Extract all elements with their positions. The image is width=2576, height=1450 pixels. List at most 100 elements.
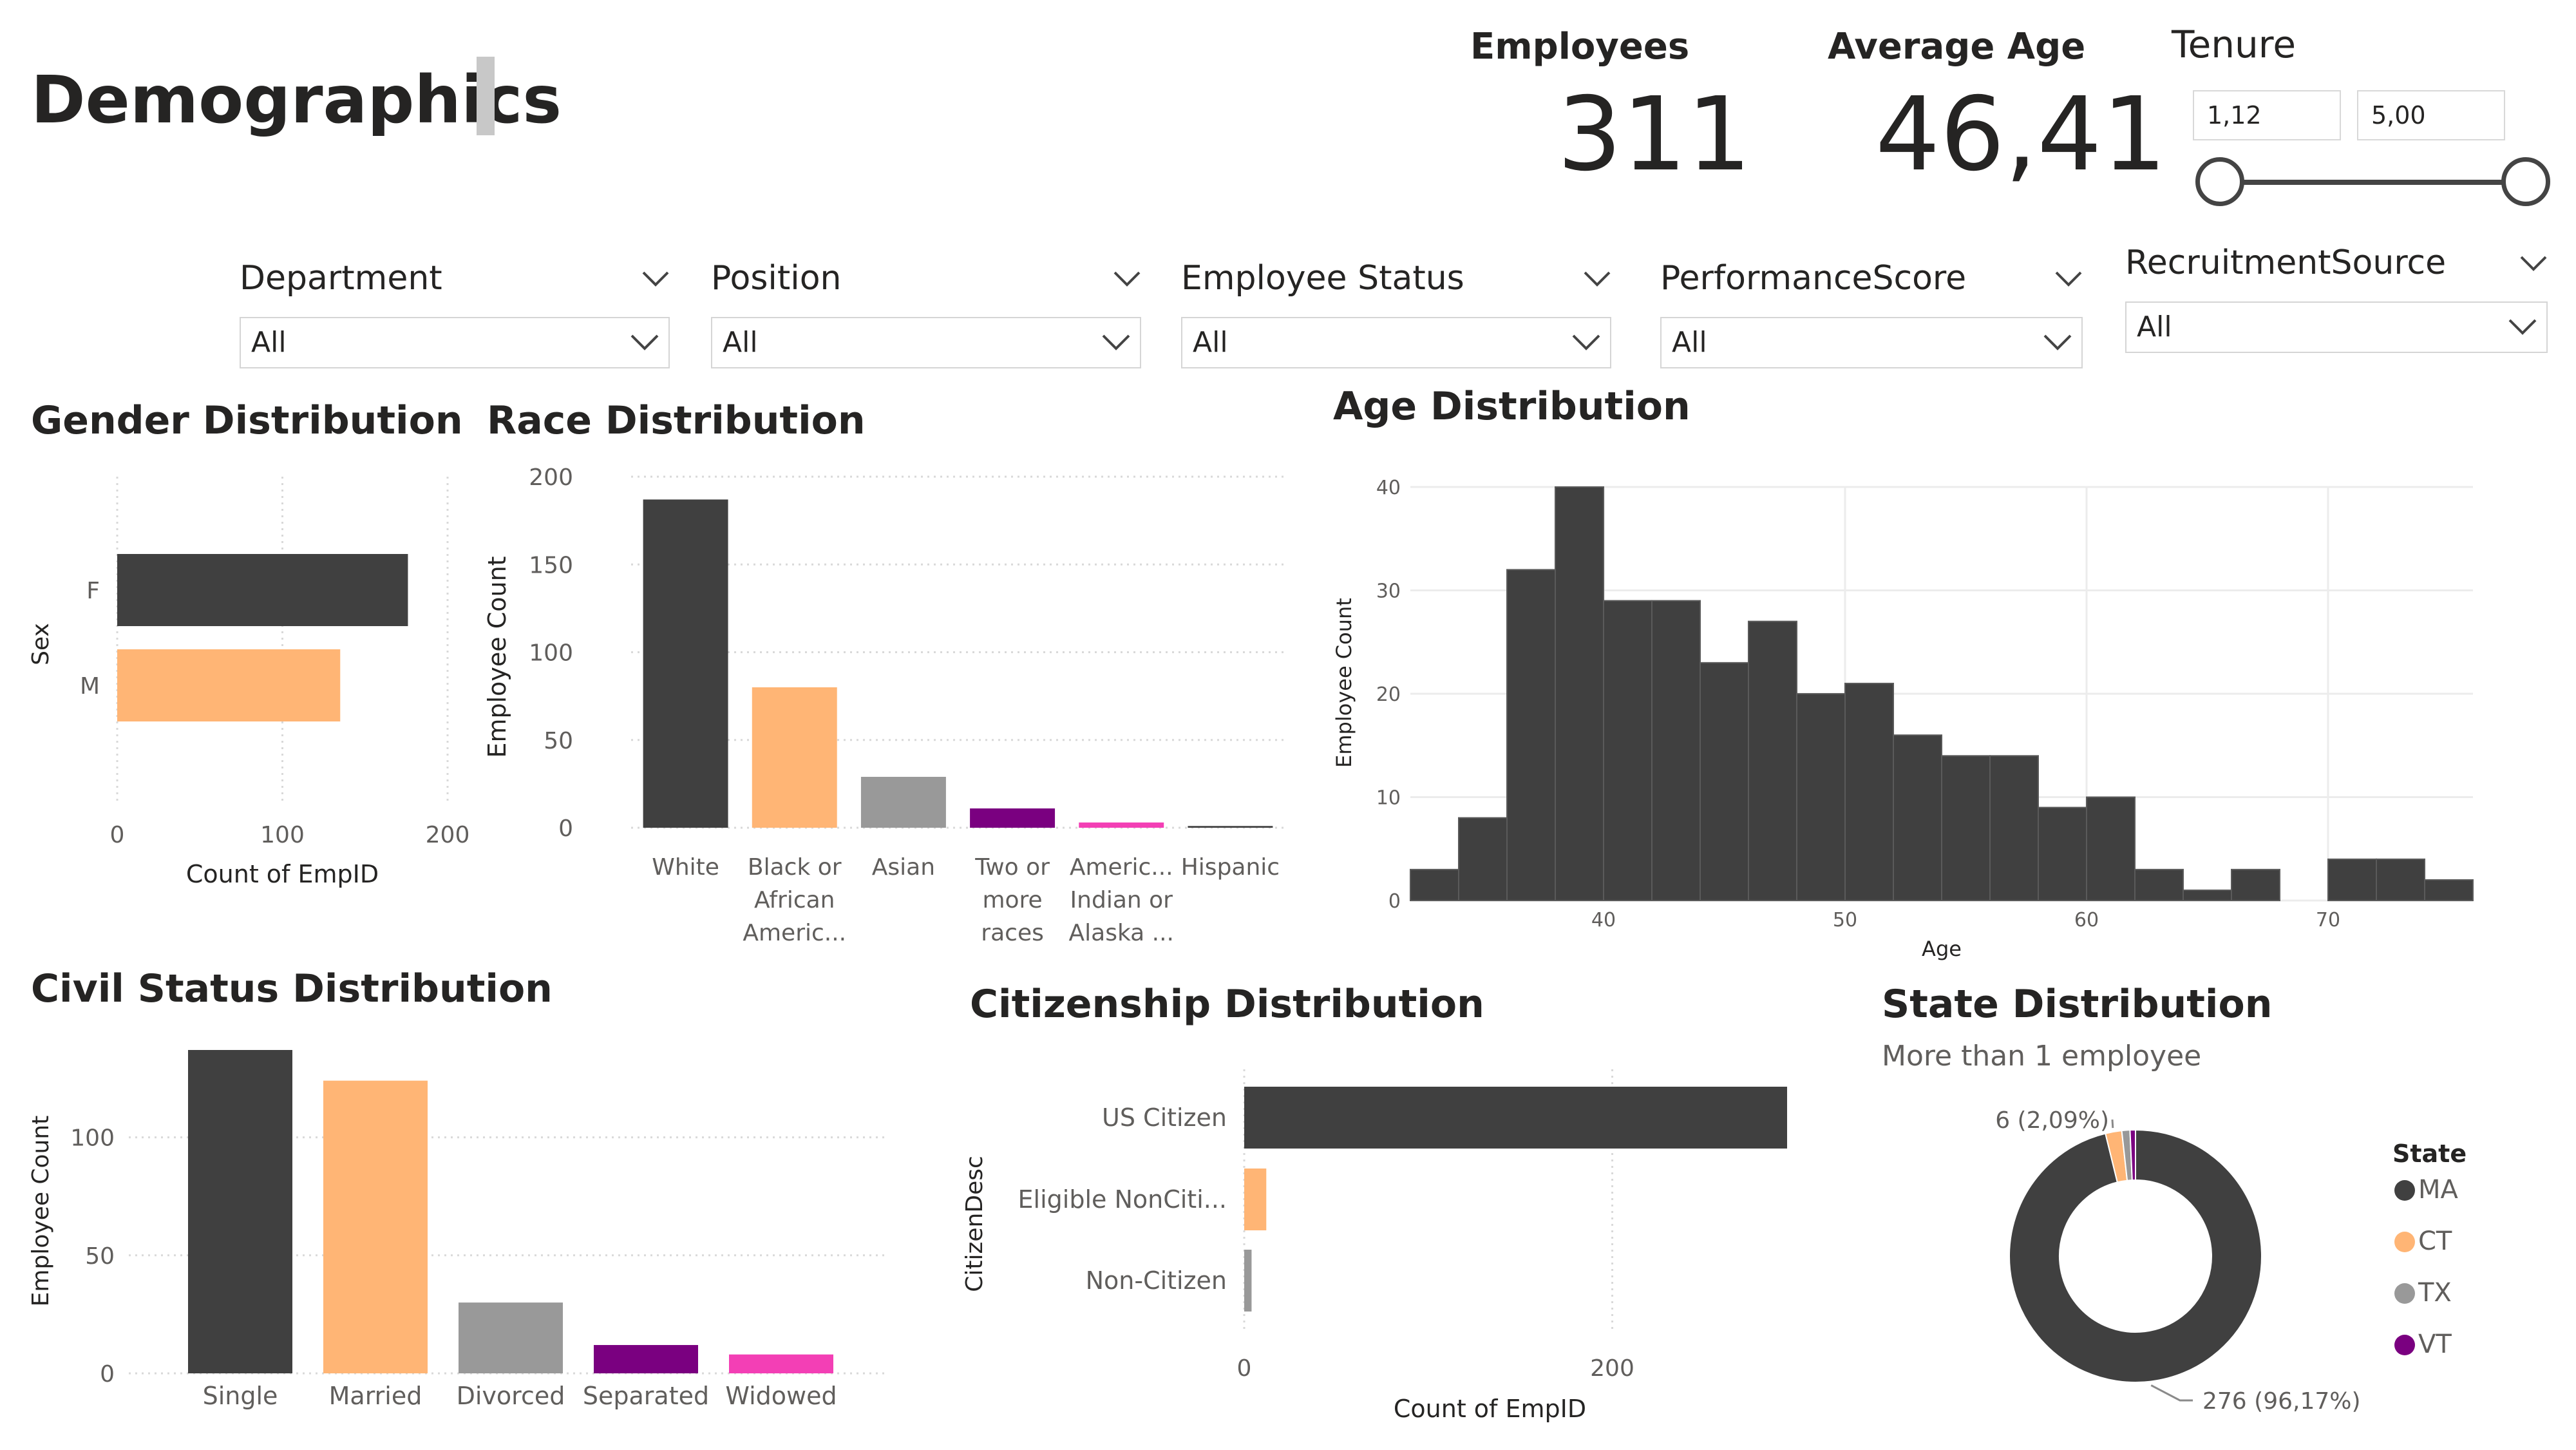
tenure-slider-max-handle[interactable]: [2501, 157, 2550, 206]
filter-department-dropdown[interactable]: All: [240, 317, 670, 368]
y-tick-label: Non-Citizen: [1086, 1266, 1227, 1295]
kpi-employees-label: Employees: [1470, 26, 1690, 68]
tenure-slider-track[interactable]: [2220, 180, 2526, 185]
x-tick-label: 100: [260, 822, 305, 848]
race-chart: 0 50 100 150 200 White Black or African Americ..…: [483, 464, 1285, 946]
chevron-down-icon[interactable]: [1113, 271, 1141, 287]
x-tick-label: Divorced: [457, 1382, 565, 1410]
bar: [188, 1050, 292, 1373]
state-chart-title: State Distribution: [1882, 982, 2273, 1027]
x-axis-title: Count of EmpID: [1394, 1395, 1586, 1423]
histogram-bar: [1410, 868, 1459, 901]
histogram-bar: [1651, 600, 1701, 902]
histogram-bar: [1555, 486, 1604, 901]
bar: [323, 1080, 428, 1373]
x-tick-label: 200: [1590, 1355, 1634, 1382]
filter-performance-score-dropdown[interactable]: All: [1660, 317, 2083, 368]
histogram-bar: [2327, 858, 2377, 901]
bar: [643, 499, 728, 828]
filter-position-value: All: [723, 326, 758, 359]
histogram-bar: [2183, 889, 2232, 902]
bar: [594, 1345, 698, 1373]
x-tick-label: 40: [1591, 909, 1616, 931]
tenure-slicer-label: Tenure: [2172, 23, 2297, 66]
bar: [1244, 1169, 1267, 1230]
x-tick-label: White: [652, 854, 719, 881]
x-axis-title: Age: [1922, 937, 1962, 961]
data-label: 6 (2,09%): [1995, 1107, 2109, 1134]
filter-employee-status-label: Employee Status: [1181, 259, 1464, 298]
tenure-min-input[interactable]: 1,12: [2193, 90, 2341, 140]
y-axis-title: Sex: [28, 623, 54, 665]
x-tick-label: Widowed: [725, 1382, 837, 1410]
y-tick-label: 150: [529, 552, 573, 578]
title-accent-bar: [477, 57, 495, 135]
histogram-bar: [1603, 600, 1653, 902]
filter-department-label: Department: [240, 259, 442, 298]
y-tick-label: F: [86, 578, 100, 604]
filter-employee-status-dropdown[interactable]: All: [1181, 317, 1611, 368]
data-label: 276 (96,17%): [2202, 1388, 2361, 1415]
bar: [117, 554, 408, 626]
race-chart-title: Race Distribution: [487, 398, 866, 443]
y-tick-label: 40: [1376, 477, 1401, 499]
tenure-max-input[interactable]: 5,00: [2357, 90, 2505, 140]
y-axis-title: Employee Count: [1332, 598, 1356, 768]
x-tick-label: 200: [426, 822, 470, 848]
histogram-bar: [1748, 620, 1797, 901]
bar: [860, 776, 946, 828]
age-chart: 40 50 60 70 0 10 20 30 40 Age Employee Count: [1332, 477, 2474, 961]
x-tick-label: 0: [1237, 1355, 1252, 1382]
tenure-slider-min-handle[interactable]: [2195, 157, 2244, 206]
age-chart-title: Age Distribution: [1333, 384, 1690, 429]
y-axis-title: Employee Count: [28, 1116, 54, 1307]
chevron-down-icon[interactable]: [641, 271, 670, 287]
y-tick-label: 50: [544, 728, 573, 754]
histogram-bar: [1506, 569, 1556, 901]
x-tick-label: Separated: [583, 1382, 709, 1410]
citizenship-chart: 0 200 US Citizen Eligible NonCiti... Non-Cit…: [961, 1069, 1787, 1423]
y-tick-label: M: [80, 673, 100, 700]
bar: [729, 1354, 833, 1373]
y-tick-label: 0: [558, 816, 573, 842]
legend-marker: [2394, 1180, 2415, 1201]
filter-performance-score: PerformanceScore All: [1660, 259, 2083, 368]
y-tick-label: 10: [1376, 787, 1401, 810]
chevron-down-icon[interactable]: [2519, 255, 2548, 272]
filter-position: Position All: [711, 259, 1141, 368]
y-tick-label: 30: [1376, 580, 1401, 603]
chevron-down-icon[interactable]: [2054, 271, 2083, 287]
x-tick-label: Married: [329, 1382, 422, 1410]
chevron-down-icon: [1572, 334, 1600, 350]
histogram-bar: [1989, 755, 2039, 901]
civil-chart-title: Civil Status Distribution: [31, 966, 553, 1011]
kpi-employees-value: 311: [1557, 75, 1752, 194]
legend-title: State: [2392, 1140, 2467, 1168]
x-tick-label: Single: [203, 1382, 278, 1410]
bar: [970, 808, 1056, 828]
gender-chart: 0 100 200 F M Count of EmpID Sex: [28, 477, 470, 888]
chevron-down-icon: [1102, 334, 1130, 350]
bar: [1079, 822, 1164, 828]
y-tick-label: 50: [85, 1243, 115, 1270]
filter-performance-score-label: PerformanceScore: [1660, 259, 1967, 298]
filter-position-dropdown[interactable]: All: [711, 317, 1141, 368]
filter-department: Department All: [240, 259, 670, 368]
legend-label: VT: [2418, 1330, 2452, 1359]
bar: [752, 687, 837, 828]
histogram-bar: [2231, 868, 2280, 901]
kpi-average-age-label: Average Age: [1828, 26, 2086, 68]
x-tick-label: Asian: [872, 854, 935, 881]
legend-label: CT: [2418, 1226, 2452, 1256]
histogram-bar: [2424, 879, 2474, 902]
x-tick-label: 0: [110, 822, 125, 848]
filter-department-value: All: [251, 326, 287, 359]
x-tick-label: Two or more races: [974, 854, 1050, 946]
chevron-down-icon: [630, 334, 659, 350]
histogram-bar: [2038, 806, 2087, 901]
y-tick-label: US Citizen: [1102, 1103, 1227, 1132]
state-chart: 276 (96,17%) 6 (2,09%) State MA CT TX VT: [1995, 1107, 2467, 1415]
filter-recruitment-source-dropdown[interactable]: All: [2125, 301, 2548, 353]
chevron-down-icon[interactable]: [1583, 271, 1611, 287]
y-tick-label: 20: [1376, 683, 1401, 706]
